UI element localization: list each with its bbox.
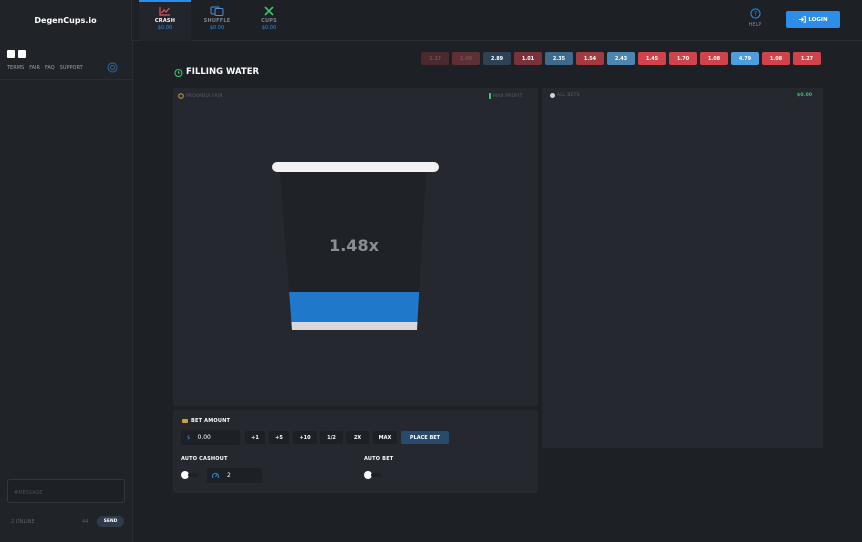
auto-bet-label: AUTO BET [364,456,394,462]
bet-amount-input[interactable]: $ 0.00 [181,430,240,445]
history-chip[interactable]: 1.1? [421,52,449,65]
auto-bet-toggle[interactable] [364,471,382,479]
char-count: 44 [82,519,89,525]
auto-cashout-input[interactable]: 2 [207,468,262,483]
gauge-icon [212,472,219,479]
multiplier-display: 1.48x [329,236,379,255]
online-count: 2 ONLINE [11,519,35,525]
profit-bar-icon [489,93,491,99]
history-chip[interactable]: 4.79 [731,52,759,65]
double-button[interactable]: 2X [346,431,369,444]
max-button[interactable]: MAX [373,431,397,444]
link-support[interactable]: SUPPORT [60,65,83,71]
toggle-track [188,473,198,477]
tab-cups[interactable]: CUPS $0.00 [243,0,295,41]
link-fair[interactable]: FAIR [29,65,40,71]
user-icon [550,93,555,98]
help-button[interactable]: ? HELP [742,8,768,28]
cup-rim [272,162,439,172]
tab-shuffle-label: SHUFFLE [203,18,231,24]
history-chip[interactable]: 1.08 [762,52,790,65]
place-bet-button[interactable]: PLACE BET [401,431,449,444]
water-fill [280,292,426,322]
social-links [7,50,26,58]
history-chip[interactable]: 1.00 [452,52,480,65]
bet-amount-header: BET AMOUNT [182,418,230,424]
auto-cashout-toggle[interactable] [181,471,199,479]
cup-base [280,322,426,330]
chart-line-icon [159,7,170,16]
history-chip[interactable]: 2.89 [483,52,511,65]
all-bets-label: ALL BETS [557,93,580,98]
tab-crash-label: CRASH [154,18,176,24]
wallet-icon [182,419,188,423]
svg-text:?: ? [753,11,756,18]
brand-logo[interactable]: DegenCups.io [0,0,132,41]
tab-shuffle[interactable]: SHUFFLE $0.00 [191,0,243,41]
auto-cashout-value: 2 [227,472,231,479]
sign-in-icon [799,16,807,23]
max-profit[interactable]: MAX PROFIT [489,93,523,99]
history-chip[interactable]: 2.35 [545,52,573,65]
half-button[interactable]: 1/2 [320,431,343,444]
add-5-button[interactable]: +5 [269,431,289,444]
shield-icon [178,93,184,99]
discord-icon[interactable] [18,50,26,58]
provably-fair[interactable]: PROVABLY FAIR [178,93,223,99]
tab-crash-value: $0.00 [157,25,173,31]
game-title: FILLING WATER [174,67,259,77]
question-icon: ? [749,8,761,19]
history-chip[interactable]: 2.43 [607,52,635,65]
crash-history: 1.1? 1.00 2.89 1.01 2.35 1.54 2.43 1.45 1.70 1.08… [421,52,821,65]
tab-crash[interactable]: CRASH $0.00 [139,0,191,41]
game-title-text: FILLING WATER [186,67,260,77]
twitter-icon[interactable] [7,50,15,58]
divider [0,79,133,80]
tab-cups-value: $0.00 [261,25,277,31]
cross-icon [264,6,274,16]
chat-sidebar: TERMS FAIR FAQ SUPPORT #MESSAGE 2 ONLINE… [0,41,133,542]
provably-fair-label: PROVABLY FAIR [186,93,223,99]
history-chip[interactable]: 1.45 [638,52,666,65]
tab-shuffle-value: $0.00 [209,25,225,31]
login-label: LOGIN [808,16,828,23]
toggle-track [371,473,381,477]
history-chip[interactable]: 1.27 [793,52,821,65]
timer-icon [174,68,183,77]
bet-amount-value: 0.00 [197,434,211,441]
add-10-button[interactable]: +10 [293,431,317,444]
link-faq[interactable]: FAQ [45,65,55,71]
login-button[interactable]: LOGIN [786,11,840,28]
history-chip[interactable]: 1.01 [514,52,542,65]
footer-links: TERMS FAIR FAQ SUPPORT [7,65,83,71]
top-bar: DegenCups.io CRASH $0.00 SHUFFLE $0.00 C… [0,0,862,41]
history-chip[interactable]: 1.08 [700,52,728,65]
chat-message-input[interactable]: #MESSAGE [7,479,125,503]
tab-cups-label: CUPS [261,18,277,24]
bets-total: $0.00 [797,93,813,98]
history-chip[interactable]: 1.70 [669,52,697,65]
auto-cashout-label: AUTO CASHOUT [181,456,228,462]
cards-icon [210,6,224,16]
link-terms[interactable]: TERMS [7,65,24,71]
dollar-icon: $ [187,434,191,441]
max-profit-label: MAX PROFIT [493,93,523,99]
all-bets: ALL BETS [550,93,580,98]
bets-panel: ALL BETS $0.00 [542,88,823,448]
add-1-button[interactable]: +1 [245,431,265,444]
help-label: HELP [748,22,762,28]
history-chip[interactable]: 1.54 [576,52,604,65]
language-icon[interactable] [107,62,118,73]
bet-amount-label: BET AMOUNT [191,418,231,424]
send-button[interactable]: SEND [97,516,124,527]
